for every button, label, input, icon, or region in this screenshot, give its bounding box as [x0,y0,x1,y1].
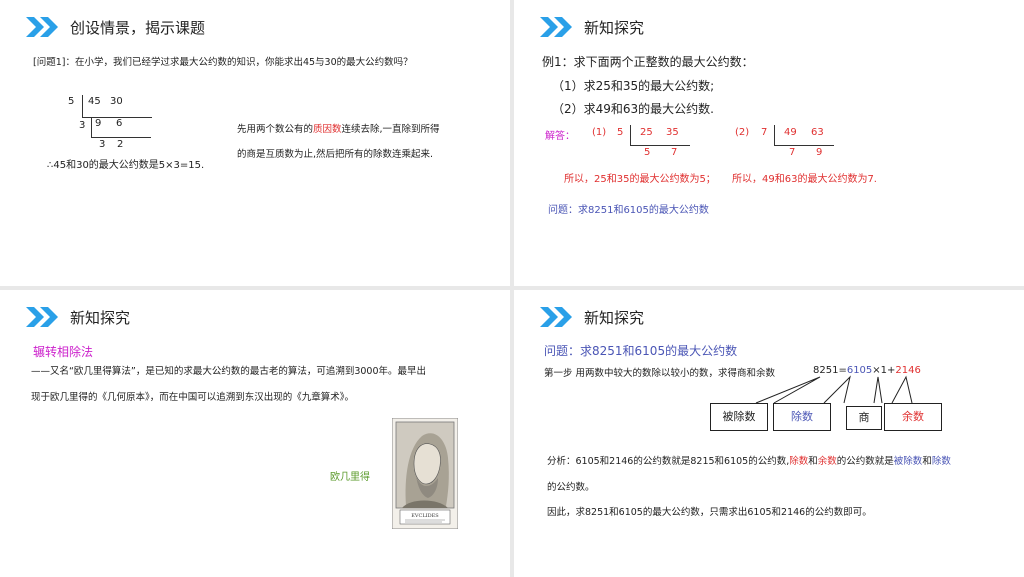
example-text: 例1：求下面两个正整数的最大公约数： [542,55,754,69]
division-line [630,145,690,146]
analysis-part: 和 [808,456,818,467]
slide-4: 新知探究 问题：求8251和6105的最大公约数 第一步 用两数中较大的数除以较… [514,290,1024,577]
part2-b: 63 [811,127,824,138]
double-chevron-icon [26,17,58,37]
explanation-part: 连续去除,一直除到所得 [341,124,440,135]
solution-label: 解答： [545,131,575,142]
division-bar [774,125,775,145]
explanation-line-1: 先用两个数公有的质因数连续去除,一直除到所得 [237,121,440,135]
part1-a: 25 [640,127,653,138]
slide-title: 创设情景，揭示课题 [70,19,206,37]
part1-qb: 7 [671,147,678,158]
analysis-line-2: 的公约数。 [547,482,595,493]
highlight-prime-factor: 质因数 [313,124,342,135]
division-bar [82,95,83,117]
part1-b: 35 [666,127,679,138]
slide-title: 新知探究 [70,309,131,327]
double-chevron-icon [26,307,58,327]
dividend-2b: 6 [116,118,123,129]
part2-divisor: 7 [761,127,768,138]
example-item-1: （1）求25和35的最大公约数; [552,79,715,93]
analysis-part: 和 [922,456,932,467]
callout-pointers [755,375,913,404]
slide-2: 新知探究 例1：求下面两个正整数的最大公约数： （1）求25和35的最大公约数;… [514,0,1024,286]
dividend-2a: 9 [95,118,102,129]
quotient-a: 3 [99,139,106,150]
analysis-line-1: 分析：6105和2146的公约数就是8215和6105的公约数,除数和余数的公约… [547,453,951,467]
label-box-remainder: 余数 [884,403,942,431]
dividend-1a: 45 [88,96,101,107]
double-chevron-icon [540,17,572,37]
result-2: 所以，49和63的最大公约数为7. [732,174,877,185]
slide-title: 新知探究 [584,19,645,37]
division-line [91,137,151,138]
quotient-b: 2 [117,139,124,150]
part1-divisor: 5 [617,127,624,138]
analysis-dividend: 被除数 [893,456,923,467]
portrait-caption: 欧几里得 [330,472,370,483]
division-bar [630,125,631,145]
slide-3: 新知探究 辗转相除法 ——又名“欧几里得算法”，是已知的求最大公约数的最古老的算… [0,290,510,577]
paragraph-line-2: 现于欧几里得的《几何原本》，而在中国可以追溯到东汉出现的《九章算术》。 [31,392,355,403]
analysis-divisor: 除数 [789,456,809,467]
part1-label: (1) [592,127,607,138]
divisor-2: 3 [79,120,86,131]
question-text: 问题：求8251和6105的最大公约数 [548,205,709,216]
label-box-dividend: 被除数 [710,403,768,431]
euclid-portrait-image: EVCLIDES [392,418,458,529]
analysis-divisor-2: 除数 [931,456,951,467]
label-box-quotient: 商 [846,406,882,430]
part2-label: (2) [735,127,750,138]
therefore-text: 因此，求8251和6105的最大公约数，只需求出6105和2146的公约数即可。 [547,507,872,518]
part1-qa: 5 [644,147,651,158]
example-item-2: （2）求49和63的最大公约数. [552,102,714,116]
dividend-1b: 30 [110,96,123,107]
explanation-line-2: 的商是互质数为止,然后把所有的除数连乘起来. [237,149,434,160]
part2-qb: 9 [816,147,823,158]
analysis-part: 分析：6105和2146的公约数就是8215和6105的公约数, [547,456,790,467]
division-bar [91,117,92,137]
analysis-part: 的公约数就是 [836,456,894,467]
analysis-remainder: 余数 [817,456,837,467]
conclusion-text: ∴45和30的最大公约数是5×3=15. [47,160,205,171]
division-line [774,145,834,146]
result-1: 所以，25和35的最大公约数为5； [564,174,716,185]
question-text: [问题1]：在小学，我们已经学过求最大公约数的知识，你能求出45与30的最大公约… [33,57,413,68]
part2-qa: 7 [789,147,796,158]
svg-text:EVCLIDES: EVCLIDES [411,513,439,519]
explanation-part: 先用两个数公有的 [237,124,314,135]
slide-1: 创设情景，揭示课题 [问题1]：在小学，我们已经学过求最大公约数的知识，你能求出… [0,0,510,286]
heading-euclid-algorithm: 辗转相除法 [33,345,94,359]
paragraph-line-1: ——又名“欧几里得算法”，是已知的求最大公约数的最古老的算法，可追溯到3000年… [31,366,427,377]
divisor-1: 5 [68,96,75,107]
part2-a: 49 [784,127,797,138]
label-box-divisor: 除数 [773,403,831,431]
